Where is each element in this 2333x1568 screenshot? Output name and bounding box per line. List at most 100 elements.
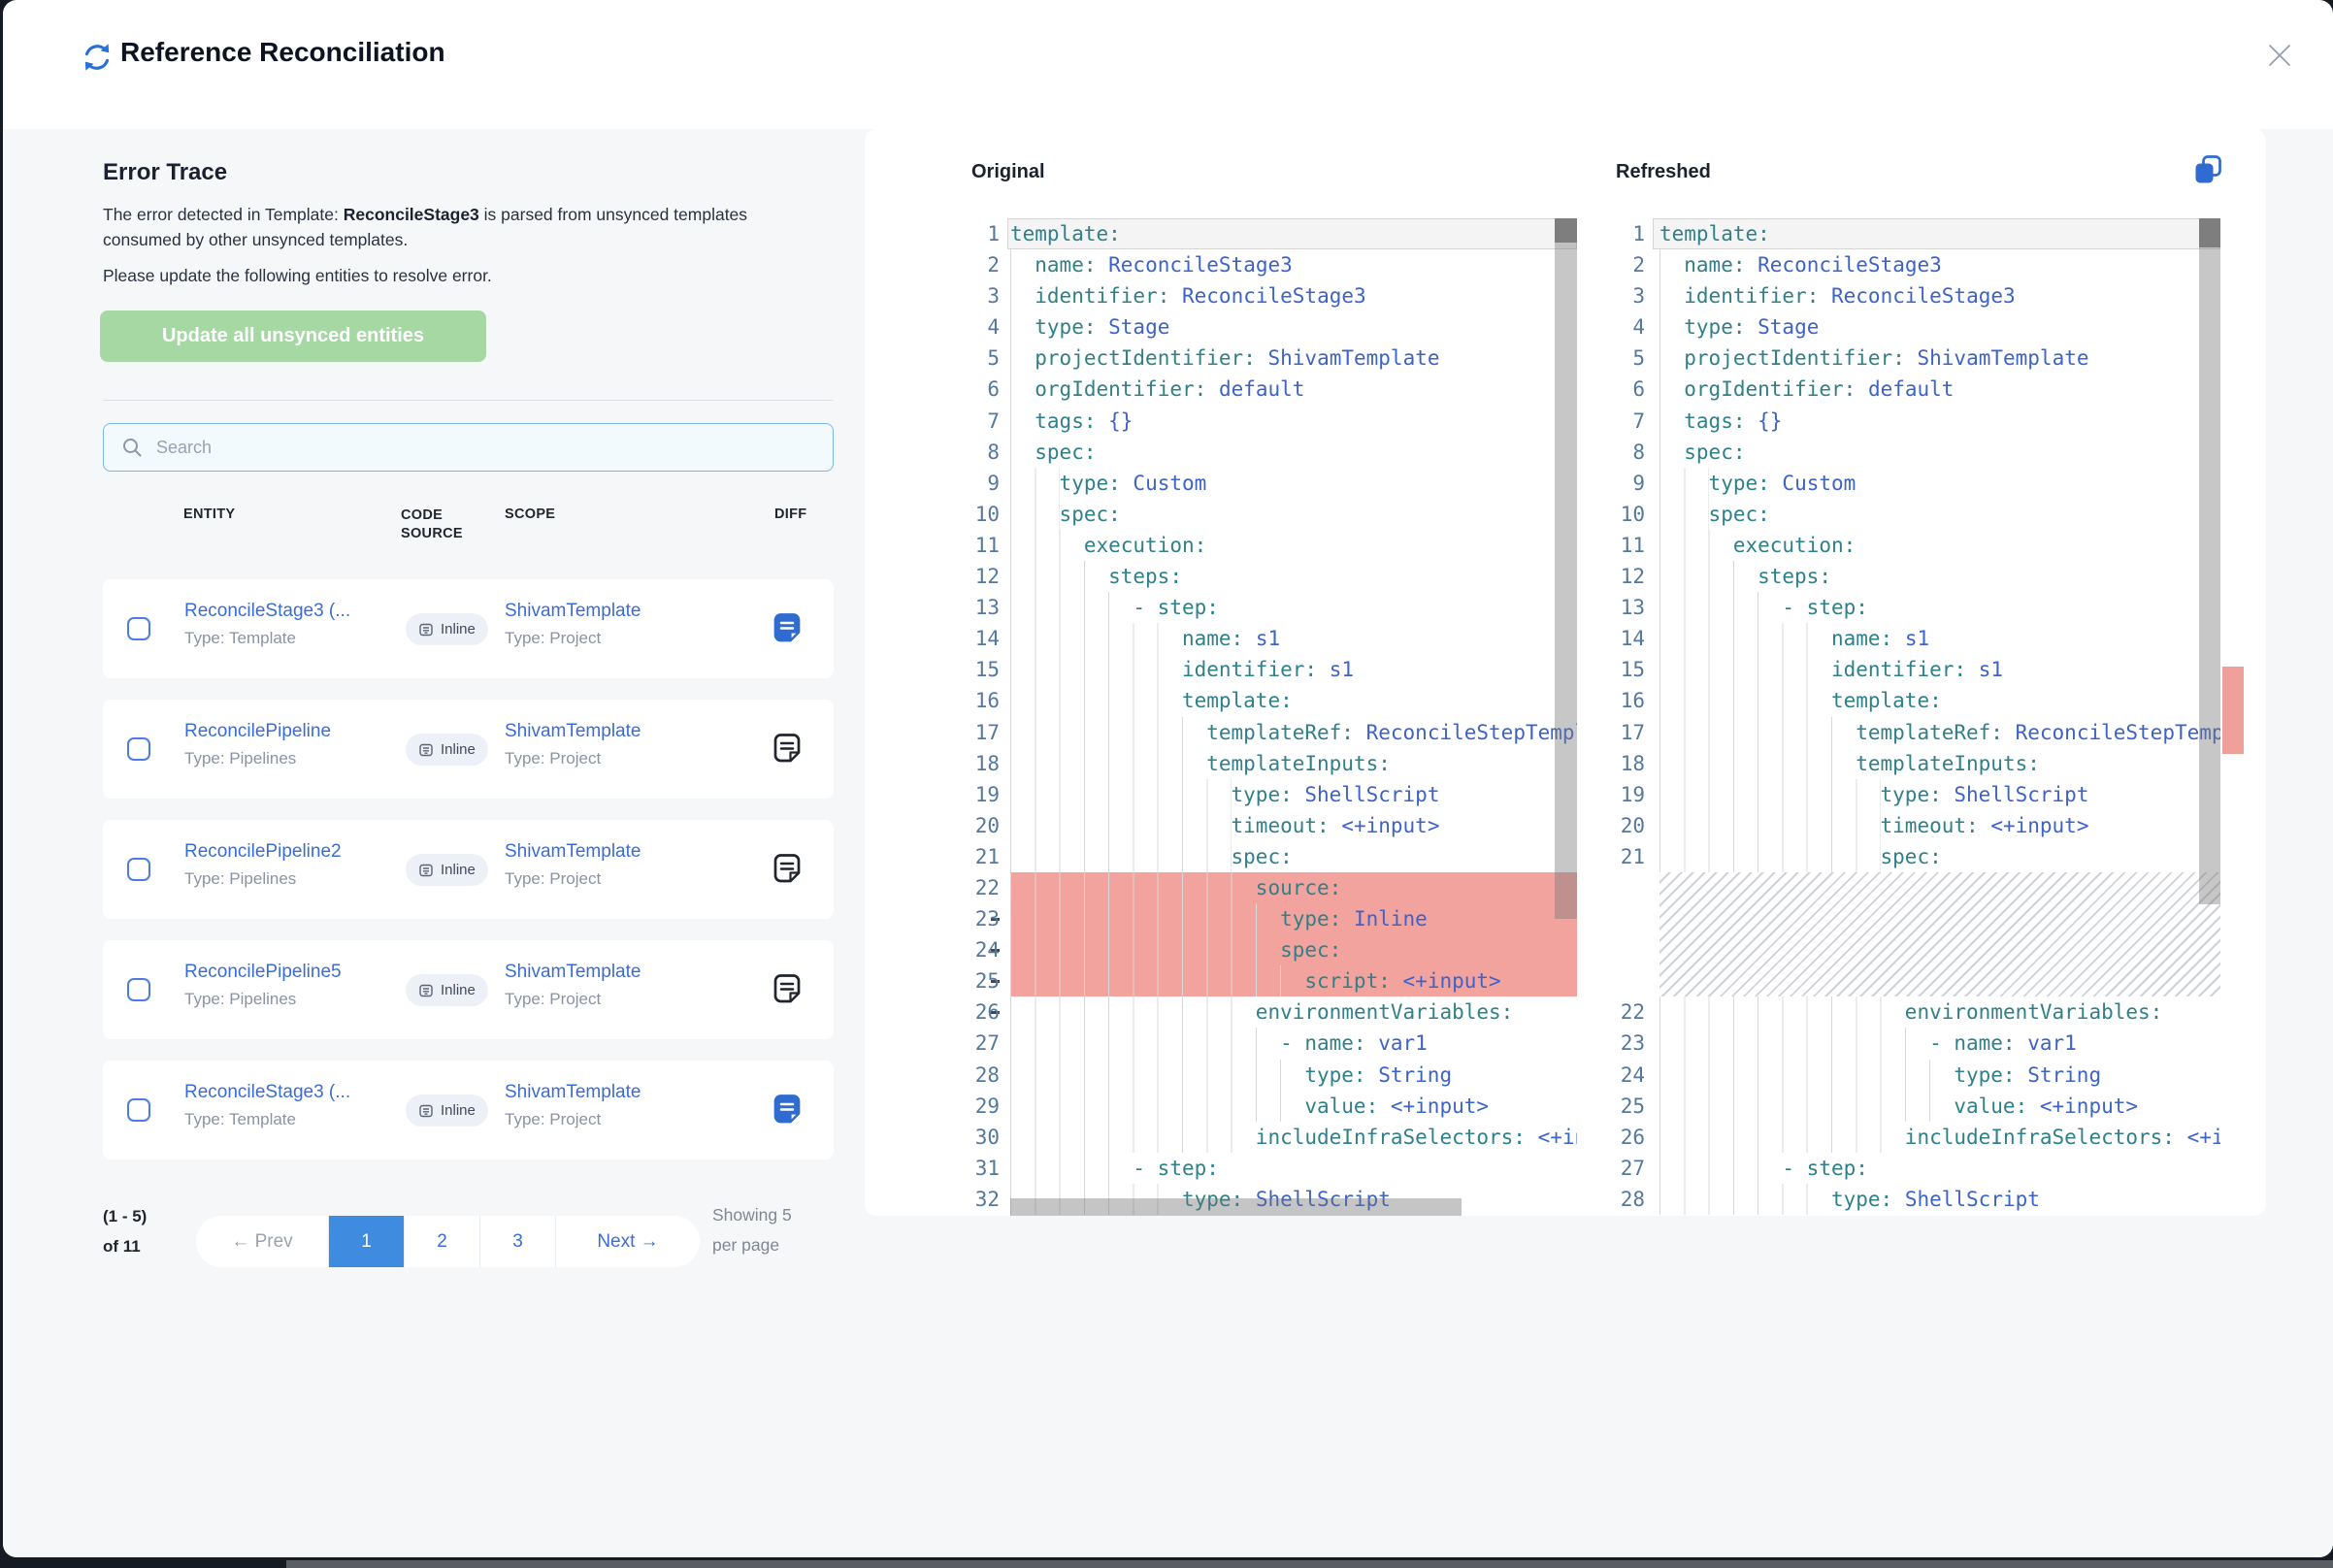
row-checkbox[interactable] bbox=[127, 978, 150, 1001]
code-line: 24type: String bbox=[1599, 1060, 2220, 1091]
original-scrollbar-cap[interactable] bbox=[1555, 218, 1577, 243]
entity-type: Type: Pipelines bbox=[184, 749, 393, 768]
code-line: 23- name: var1 bbox=[1599, 1028, 2220, 1059]
table-row: ReconcileStage3 (... Type: Template Inli… bbox=[103, 579, 834, 678]
table-row: ReconcilePipeline5 Type: Pipelines Inlin… bbox=[103, 940, 834, 1039]
code-line: 14name: s1 bbox=[970, 623, 1577, 654]
column-header-entity: ENTITY bbox=[183, 506, 235, 522]
code-line: 3identifier: ReconcileStage3 bbox=[1599, 280, 2220, 311]
original-code-editor[interactable]: 1template:2name: ReconcileStage33identif… bbox=[970, 218, 1577, 1216]
diff-icon[interactable] bbox=[771, 972, 804, 1007]
update-all-unsynced-entities-button[interactable]: Update all unsynced entities bbox=[100, 310, 486, 362]
scope-type: Type: Project bbox=[505, 749, 641, 768]
inline-source-icon bbox=[418, 1103, 434, 1119]
line-number: 28 bbox=[970, 1060, 1010, 1091]
line-number: 27 bbox=[970, 1028, 1010, 1059]
refreshed-code-editor[interactable]: 1template:2name: ReconcileStage33identif… bbox=[1599, 218, 2220, 1216]
scope-link[interactable]: ShivamTemplate bbox=[505, 721, 641, 741]
prev-page-button[interactable]: ← Prev bbox=[196, 1216, 329, 1267]
original-horizontal-scrollbar[interactable] bbox=[1010, 1198, 1462, 1216]
row-checkbox[interactable] bbox=[127, 858, 150, 881]
close-icon[interactable] bbox=[2264, 40, 2295, 71]
line-number: 5 bbox=[970, 343, 1010, 374]
diff-icon[interactable] bbox=[771, 1093, 804, 1127]
page-background: Reference Reconciliation Error Trace The… bbox=[0, 0, 2333, 1568]
line-number: 27 bbox=[1599, 1153, 1659, 1184]
scope-link[interactable]: ShivamTemplate bbox=[505, 962, 641, 982]
search-input[interactable] bbox=[154, 437, 833, 459]
line-number: 20 bbox=[970, 810, 1010, 841]
code-line: 9type: Custom bbox=[970, 468, 1577, 499]
entity-link[interactable]: ReconcilePipeline bbox=[184, 721, 331, 741]
code-line: 8spec: bbox=[970, 437, 1577, 468]
diff-icon[interactable] bbox=[771, 852, 804, 887]
page-button-1[interactable]: 1 bbox=[329, 1216, 405, 1267]
entity-link[interactable]: ReconcilePipeline2 bbox=[184, 841, 342, 862]
next-page-button[interactable]: Next → bbox=[556, 1216, 700, 1267]
row-checkbox[interactable] bbox=[127, 617, 150, 640]
code-line: 29value: <+input> bbox=[970, 1091, 1577, 1122]
page-number-buttons: 123 bbox=[329, 1216, 556, 1267]
line-number: 9 bbox=[1599, 468, 1659, 499]
refreshed-scrollbar-cap[interactable] bbox=[2199, 218, 2220, 247]
reconcile-sync-icon bbox=[82, 42, 113, 73]
line-number: 15 bbox=[1599, 654, 1659, 685]
scope-link[interactable]: ShivamTemplate bbox=[505, 1082, 641, 1102]
error-trace-heading: Error Trace bbox=[103, 159, 227, 186]
scope-type: Type: Project bbox=[505, 1110, 641, 1129]
line-number: 7 bbox=[970, 406, 1010, 437]
inline-source-icon bbox=[418, 742, 434, 758]
code-line: 1template: bbox=[970, 218, 1577, 249]
copy-icon[interactable] bbox=[2191, 153, 2224, 186]
line-number: 2 bbox=[1599, 249, 1659, 280]
line-number: 10 bbox=[970, 499, 1010, 530]
diff-card: Original Refreshed 1template:2name: Reco… bbox=[865, 129, 2266, 1216]
right-arrow-icon: → bbox=[641, 1231, 659, 1252]
row-checkbox[interactable] bbox=[127, 1098, 150, 1122]
entity-link[interactable]: ReconcileStage3 (... bbox=[184, 1082, 350, 1102]
page-button-2[interactable]: 2 bbox=[405, 1216, 480, 1267]
scope-link[interactable]: ShivamTemplate bbox=[505, 601, 641, 621]
hatch-pattern bbox=[1659, 872, 2220, 996]
line-number: 32 bbox=[970, 1184, 1010, 1215]
page-button-3[interactable]: 3 bbox=[480, 1216, 556, 1267]
line-number: 21 bbox=[1599, 841, 1659, 872]
error-trace-instruction: Please update the following entities to … bbox=[103, 263, 787, 288]
code-line: 28type: String bbox=[970, 1060, 1577, 1091]
original-vertical-scrollbar[interactable] bbox=[1555, 243, 1577, 919]
diff-icon[interactable] bbox=[771, 732, 804, 767]
entity-type: Type: Pipelines bbox=[184, 990, 393, 1009]
code-source-badge: Inline bbox=[406, 734, 488, 766]
line-number: 19 bbox=[1599, 779, 1659, 810]
reference-reconciliation-dialog: Reference Reconciliation Error Trace The… bbox=[3, 0, 2333, 1557]
code-line: 4type: Stage bbox=[1599, 311, 2220, 343]
table-row: ReconcilePipeline2 Type: Pipelines Inlin… bbox=[103, 820, 834, 919]
code-line: 17templateRef: ReconcileStepTemplate bbox=[970, 717, 1577, 748]
code-line: 3identifier: ReconcileStage3 bbox=[970, 280, 1577, 311]
scope-link[interactable]: ShivamTemplate bbox=[505, 841, 641, 862]
entity-link[interactable]: ReconcileStage3 (... bbox=[184, 601, 350, 621]
line-number: 19 bbox=[970, 779, 1010, 810]
page-horizontal-scrollbar[interactable] bbox=[286, 1560, 2333, 1568]
line-number: 23 bbox=[1599, 1028, 1659, 1059]
line-number: 8 bbox=[1599, 437, 1659, 468]
scope-type: Type: Project bbox=[505, 869, 641, 889]
code-line: 19type: ShellScript bbox=[970, 779, 1577, 810]
entity-link[interactable]: ReconcilePipeline5 bbox=[184, 962, 342, 982]
column-header-scope: SCOPE bbox=[505, 506, 555, 522]
error-trace-description: The error detected in Template: Reconcil… bbox=[103, 202, 787, 252]
row-checkbox[interactable] bbox=[127, 737, 150, 761]
code-line: 16template: bbox=[1599, 685, 2220, 716]
code-line: 4type: Stage bbox=[970, 311, 1577, 343]
inline-source-icon bbox=[418, 863, 434, 878]
code-line: 17templateRef: ReconcileStepTemplate bbox=[1599, 717, 2220, 748]
code-line: 15identifier: s1 bbox=[970, 654, 1577, 685]
line-number: 29 bbox=[970, 1091, 1010, 1122]
code-source-badge: Inline bbox=[406, 1094, 488, 1127]
code-line: 24spec: bbox=[970, 934, 1577, 965]
code-line: 21spec: bbox=[1599, 841, 2220, 872]
refreshed-vertical-scrollbar[interactable] bbox=[2199, 247, 2220, 904]
divider bbox=[103, 400, 833, 401]
diff-icon[interactable] bbox=[771, 611, 804, 646]
inline-source-icon bbox=[418, 622, 434, 637]
